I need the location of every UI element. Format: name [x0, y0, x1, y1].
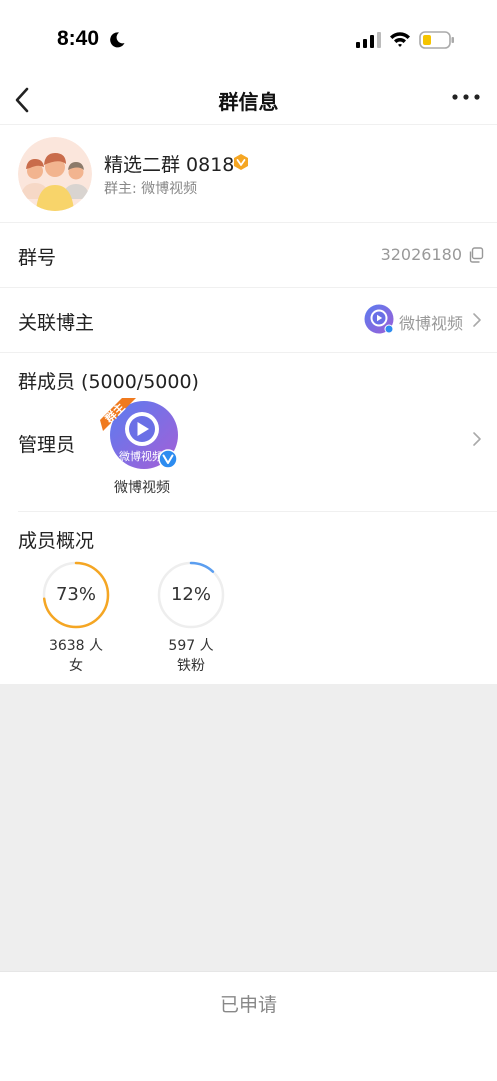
- wifi-icon: [390, 32, 410, 47]
- status-bar: 8:40: [0, 0, 497, 78]
- admin-name: 微博视频: [114, 480, 170, 496]
- members-count-label[interactable]: 群成员 (5000/5000): [18, 367, 199, 394]
- nav-bar: 群信息: [0, 78, 497, 125]
- battery-icon: [419, 31, 454, 49]
- linked-blogger-label: 关联博主: [18, 312, 95, 334]
- group-owner: 群主: 微博视频: [104, 181, 198, 197]
- admin-label: 管理员: [18, 434, 76, 456]
- linked-blogger-row[interactable]: 关联博主 微博视频: [0, 288, 497, 353]
- admin-avatar[interactable]: 微博视频 群主: [100, 398, 182, 472]
- vip-badge-icon: [234, 154, 248, 170]
- linked-blogger-name: 微博视频: [399, 314, 464, 333]
- female-label: 女: [69, 658, 83, 674]
- group-avatar[interactable]: [18, 137, 92, 211]
- admin-chevron-right-icon: [473, 432, 481, 446]
- group-number-value: 32026180: [380, 245, 462, 264]
- chevron-right-icon: [473, 313, 481, 327]
- cellular-signal-icon: [356, 32, 381, 48]
- moon-icon: [110, 32, 125, 48]
- iron-fans-count: 597 人: [168, 638, 214, 654]
- copy-icon[interactable]: [468, 247, 484, 263]
- empty-content-area: [0, 684, 497, 971]
- group-name: 精选二群 0818: [104, 154, 235, 176]
- female-ratio-percent: 73%: [55, 584, 96, 605]
- female-count: 3638 人: [48, 638, 104, 654]
- group-number-row: 群号 32026180: [0, 223, 497, 288]
- page-title: 群信息: [218, 90, 279, 114]
- status-time: 8:40: [57, 27, 100, 50]
- iron-fans-ratio-percent: 12%: [170, 584, 211, 605]
- more-options-icon[interactable]: [450, 88, 484, 106]
- admin-avatar-text: 微博视频: [119, 449, 163, 463]
- divider: [18, 511, 497, 512]
- group-header: 精选二群 0818 群主: 微博视频: [0, 125, 497, 223]
- iron-fans-label: 铁粉: [177, 658, 205, 674]
- member-overview-title: 成员概况: [18, 530, 95, 552]
- weibo-video-avatar-icon: [364, 304, 394, 334]
- group-number-label: 群号: [18, 247, 57, 269]
- applied-button[interactable]: 已申请: [0, 972, 497, 1038]
- bottom-action-bar: 已申请: [0, 971, 497, 1081]
